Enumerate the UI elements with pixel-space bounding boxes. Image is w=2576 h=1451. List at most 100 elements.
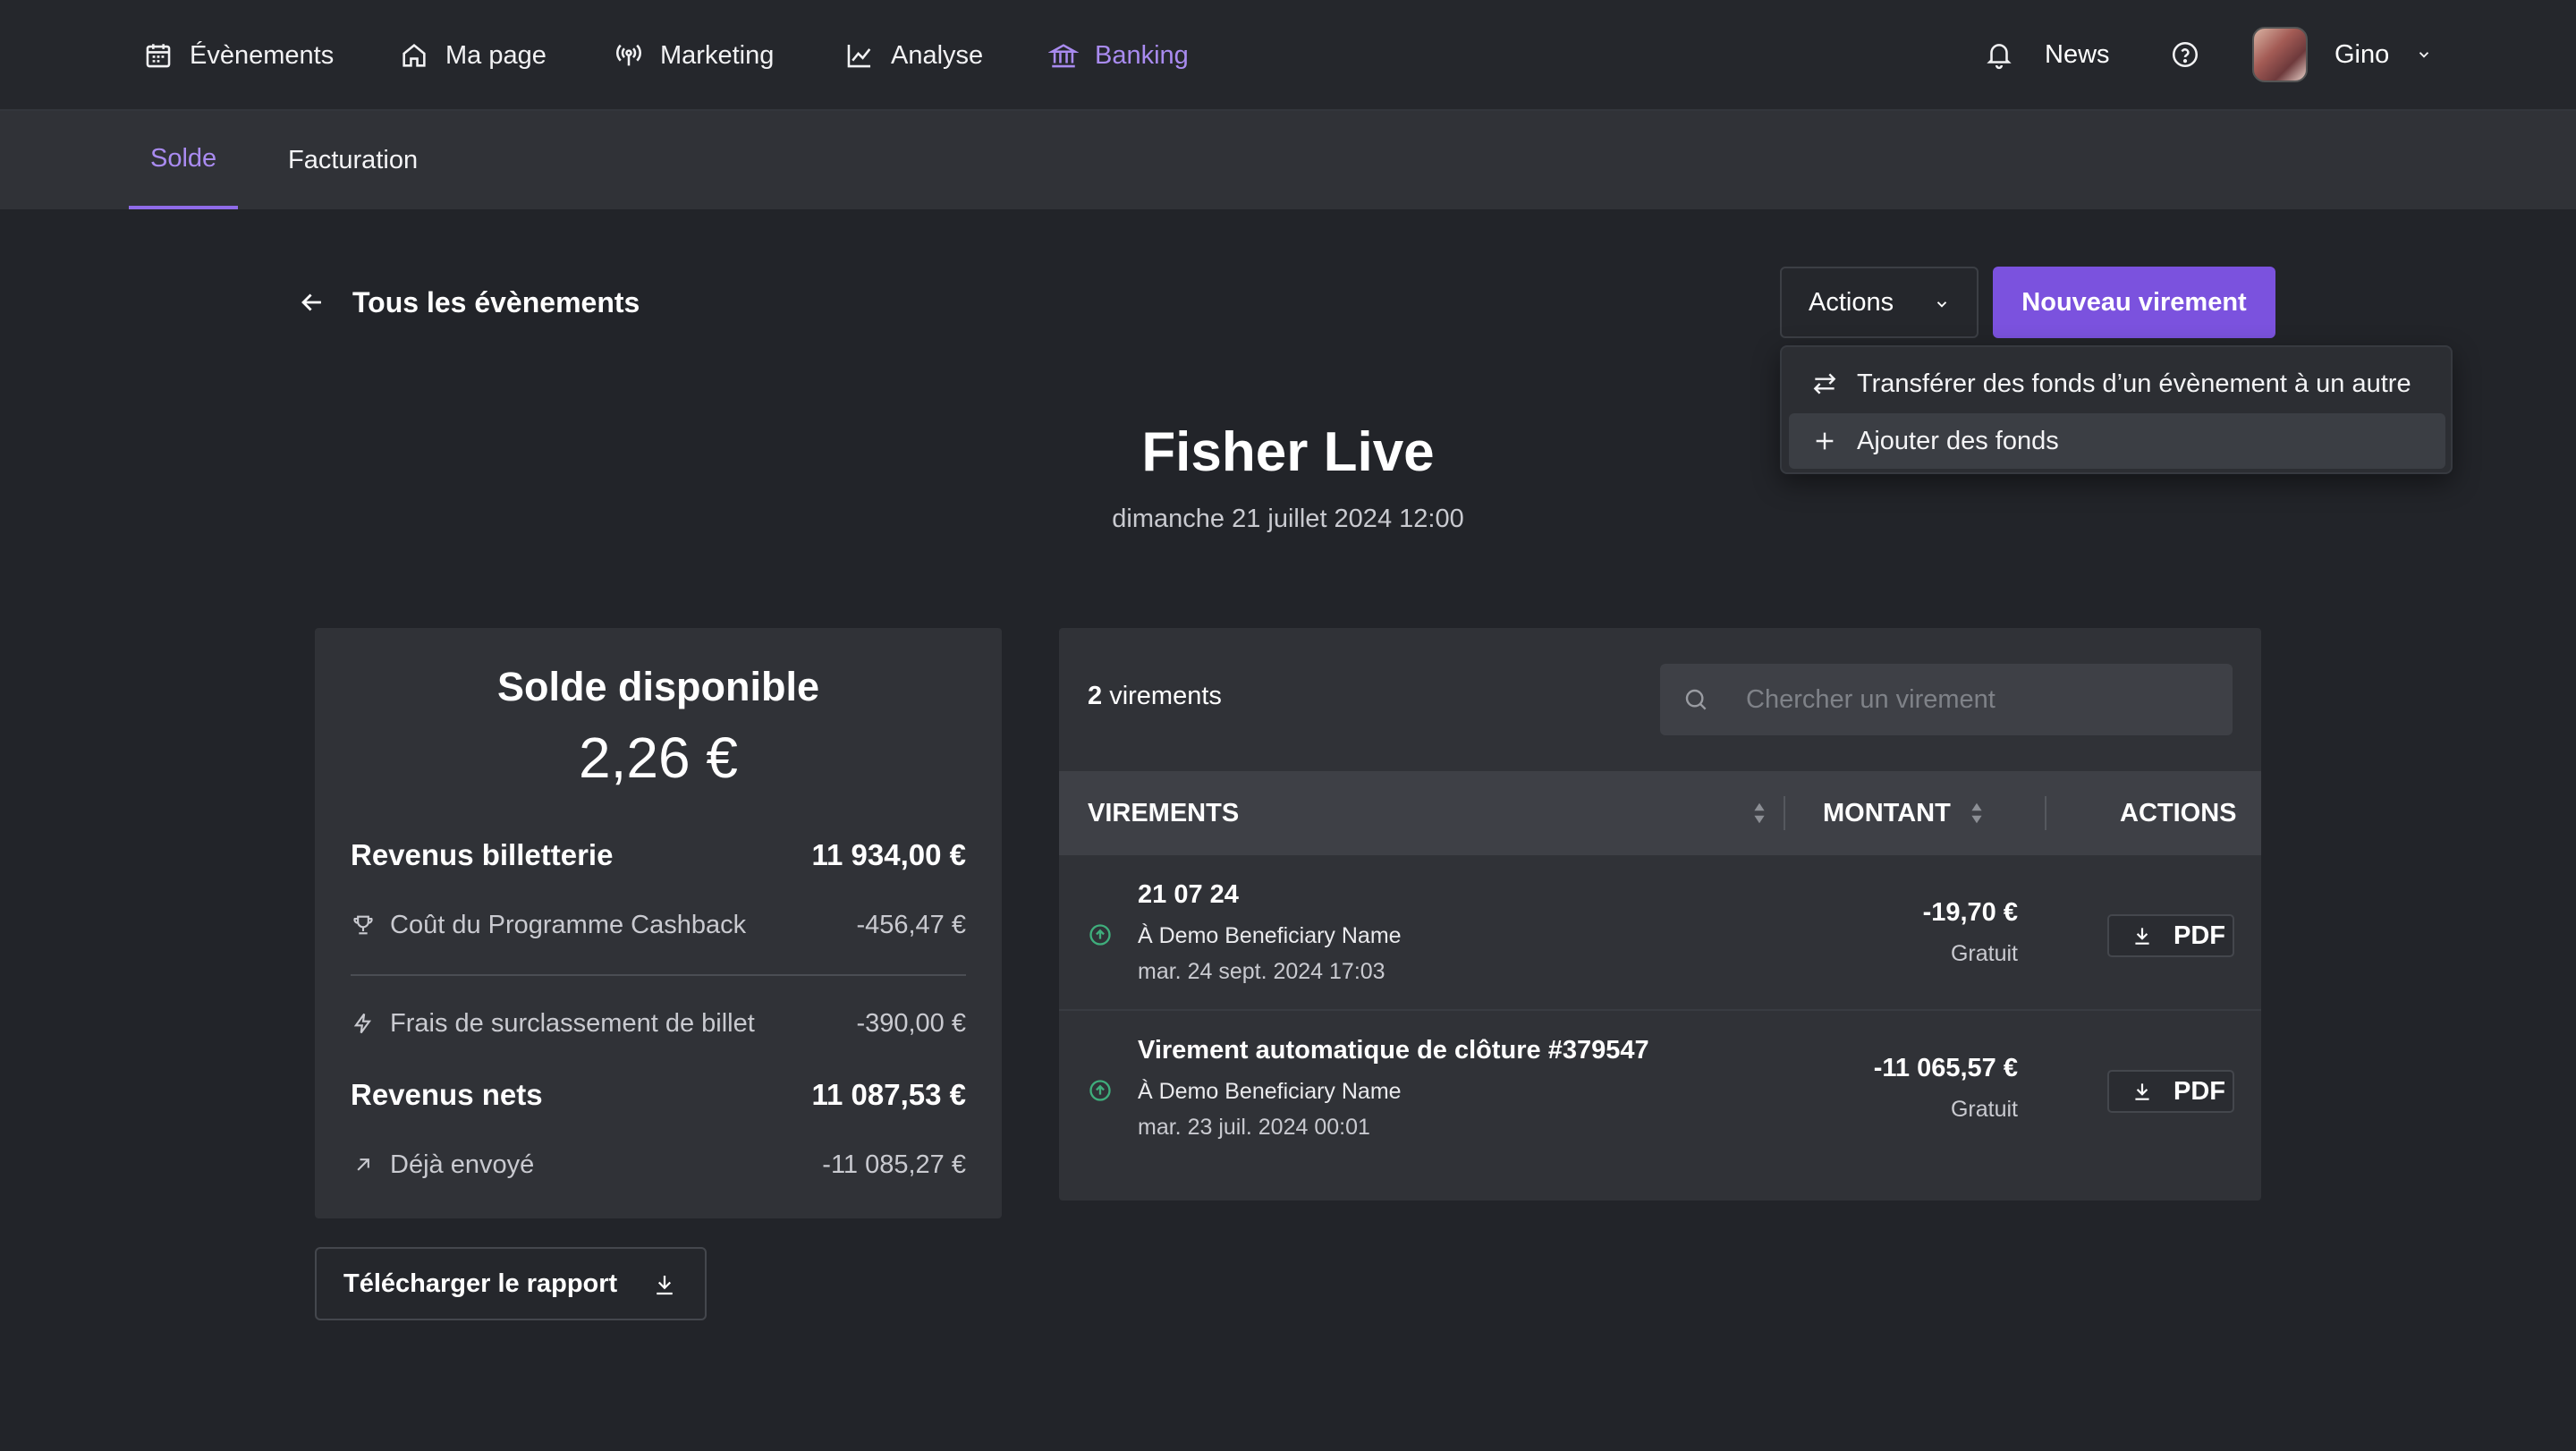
nav-item-evenements[interactable]: Évènements bbox=[143, 34, 334, 77]
bank-icon bbox=[1048, 40, 1079, 71]
pdf-label: PDF bbox=[2174, 921, 2225, 950]
nav-item-label: Banking bbox=[1095, 40, 1189, 70]
column-label: MONTANT bbox=[1823, 798, 1951, 827]
nav-item-analyse[interactable]: Analyse bbox=[844, 34, 983, 77]
news-label: News bbox=[2045, 39, 2110, 69]
transfer-amount: -11 065,57 € bbox=[1873, 1054, 2018, 1082]
table-row: 21 07 24 À Demo Beneficiary Name mar. 24… bbox=[1059, 855, 2261, 1011]
menu-item-transfer-funds[interactable]: Transférer des fonds d’un évènement à un… bbox=[1789, 356, 2445, 412]
download-icon bbox=[651, 1271, 678, 1298]
transfer-fee: Gratuit bbox=[1950, 1097, 2018, 1122]
search-icon bbox=[1682, 685, 1710, 714]
row-value: 11 087,53 € bbox=[811, 1078, 966, 1111]
sort-icon[interactable] bbox=[1733, 771, 1767, 855]
transfer-icon bbox=[1810, 369, 1839, 398]
tab-solde[interactable]: Solde bbox=[129, 111, 239, 209]
arrow-up-circle-icon bbox=[1088, 1078, 1113, 1103]
transfer-fee: Gratuit bbox=[1950, 941, 2018, 966]
avatar bbox=[2252, 27, 2308, 82]
actions-label: Actions bbox=[1809, 287, 1894, 317]
help-button[interactable] bbox=[2170, 27, 2200, 82]
user-name: Gino bbox=[2334, 39, 2390, 69]
download-report-button[interactable]: Télécharger le rapport bbox=[315, 1247, 707, 1320]
nav-item-banking[interactable]: Banking bbox=[1048, 34, 1189, 77]
row-value: -11 085,27 € bbox=[822, 1150, 966, 1179]
trophy-icon bbox=[351, 912, 376, 938]
pdf-label: PDF bbox=[2174, 1076, 2225, 1106]
menu-item-label: Transférer des fonds d’un évènement à un… bbox=[1857, 369, 2411, 398]
download-icon bbox=[2131, 924, 2154, 947]
chart-line-icon bbox=[844, 40, 875, 71]
transfer-beneficiary: À Demo Beneficiary Name bbox=[1138, 1079, 1402, 1104]
balance-amount: 2,26 € bbox=[579, 726, 738, 790]
home-icon bbox=[399, 40, 429, 71]
balance-row-already-sent: Déjà envoyé -11 085,27 € bbox=[351, 1145, 966, 1184]
sub-navigation: Solde Facturation bbox=[0, 111, 2576, 209]
row-label: Revenus billetterie bbox=[351, 838, 614, 871]
news-button[interactable]: News bbox=[1984, 27, 2110, 82]
balance-row-net-revenue: Revenus nets 11 087,53 € bbox=[351, 1075, 966, 1115]
column-divider bbox=[2045, 796, 2046, 830]
user-menu[interactable]: Gino bbox=[2252, 27, 2432, 82]
table-header: VIREMENTS MONTANT ACTIONS bbox=[1059, 771, 2261, 855]
column-label: ACTIONS bbox=[2120, 798, 2237, 827]
transfer-name: Virement automatique de clôture #379547 bbox=[1138, 1036, 1649, 1065]
transfer-date: mar. 23 juil. 2024 00:01 bbox=[1138, 1115, 1370, 1140]
calendar-icon bbox=[143, 40, 174, 71]
row-value: 11 934,00 € bbox=[811, 838, 966, 871]
row-label: Déjà envoyé bbox=[390, 1150, 535, 1179]
transfer-date: mar. 24 sept. 2024 17:03 bbox=[1138, 959, 1385, 984]
transfer-beneficiary: À Demo Beneficiary Name bbox=[1138, 923, 1402, 948]
arrow-up-circle-icon bbox=[1088, 922, 1113, 947]
row-label: Frais de surclassement de billet bbox=[390, 1008, 755, 1038]
column-header-actions: ACTIONS bbox=[2120, 771, 2237, 855]
new-transfer-button[interactable]: Nouveau virement bbox=[1993, 267, 2275, 338]
nav-item-label: Analyse bbox=[891, 40, 984, 70]
help-icon bbox=[2170, 39, 2200, 70]
transfers-count-label: virements bbox=[1109, 682, 1222, 710]
row-value: -456,47 € bbox=[856, 910, 966, 939]
chevron-down-icon bbox=[2416, 47, 2432, 63]
arrow-left-icon bbox=[297, 287, 327, 318]
divider bbox=[351, 974, 966, 976]
column-header-montant[interactable]: MONTANT bbox=[1823, 771, 1985, 855]
download-report-label: Télécharger le rapport bbox=[343, 1269, 618, 1298]
transfer-amount: -19,70 € bbox=[1922, 898, 2018, 927]
pdf-download-button[interactable]: PDF bbox=[2107, 914, 2234, 957]
event-date: dimanche 21 juillet 2024 12:00 bbox=[1112, 505, 1464, 533]
nav-item-marketing[interactable]: Marketing bbox=[614, 34, 774, 77]
search-input[interactable] bbox=[1746, 684, 2193, 715]
event-title: Fisher Live bbox=[1141, 421, 1435, 483]
chevron-down-icon bbox=[1934, 296, 1950, 312]
transfer-name: 21 07 24 bbox=[1138, 880, 1239, 909]
top-navigation: Évènements Ma page Marketing Analyse Ban… bbox=[0, 0, 2576, 111]
transfers-card: 2 virements VIREMENTS MONTANT ACTIONS bbox=[1059, 628, 2261, 1201]
broadcast-icon bbox=[614, 40, 644, 71]
tab-facturation[interactable]: Facturation bbox=[267, 111, 439, 209]
transfers-count-number: 2 bbox=[1088, 682, 1103, 710]
nav-item-label: Ma page bbox=[445, 40, 547, 70]
back-link[interactable]: Tous les évènements bbox=[297, 279, 640, 326]
balance-row-upgrade-fees: Frais de surclassement de billet -390,00… bbox=[351, 1004, 966, 1043]
bell-icon bbox=[1984, 39, 2014, 70]
download-icon bbox=[2131, 1080, 2154, 1103]
column-label: VIREMENTS bbox=[1088, 798, 1240, 827]
balance-row-ticket-revenue: Revenus billetterie 11 934,00 € bbox=[351, 836, 966, 875]
column-header-virements[interactable]: VIREMENTS bbox=[1088, 771, 1239, 855]
table-row: Virement automatique de clôture #379547 … bbox=[1059, 1011, 2261, 1167]
actions-button[interactable]: Actions bbox=[1780, 267, 1979, 338]
pdf-download-button[interactable]: PDF bbox=[2107, 1070, 2234, 1113]
back-link-label: Tous les évènements bbox=[352, 285, 640, 318]
nav-item-label: Marketing bbox=[660, 40, 775, 70]
row-label: Revenus nets bbox=[351, 1078, 543, 1111]
balance-row-cashback: Coût du Programme Cashback -456,47 € bbox=[351, 905, 966, 945]
arrow-up-right-icon bbox=[351, 1152, 376, 1177]
balance-title: Solde disponible bbox=[496, 664, 820, 709]
nav-item-ma-page[interactable]: Ma page bbox=[399, 34, 547, 77]
nav-item-label: Évènements bbox=[190, 40, 335, 70]
row-label: Coût du Programme Cashback bbox=[390, 910, 747, 939]
transfer-search[interactable] bbox=[1660, 664, 2233, 735]
row-value: -390,00 € bbox=[856, 1008, 966, 1038]
balance-card: Solde disponible 2,26 € Revenus billette… bbox=[315, 628, 1002, 1218]
lightning-icon bbox=[351, 1011, 376, 1036]
